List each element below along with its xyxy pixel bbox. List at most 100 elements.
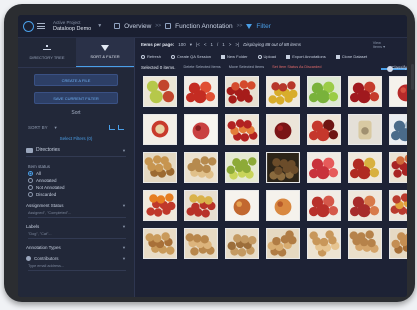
image-thumbnail[interactable] [143,228,177,259]
fruit-image [349,153,381,182]
image-thumbnail[interactable] [348,228,382,259]
last-page-icon[interactable]: >| [235,42,239,47]
image-thumbnail[interactable] [184,76,218,107]
tab-directory-tree[interactable]: DIRECTORY TREE [18,38,76,67]
tab-sort-filter[interactable]: SORT & FILTER [76,38,134,67]
image-thumbnail[interactable] [266,228,300,259]
tab-directory-tree-label: DIRECTORY TREE [29,55,65,60]
image-thumbnail[interactable] [143,190,177,221]
fruit-image [267,77,299,106]
prev-page-icon[interactable]: < [204,42,207,47]
image-thumbnail[interactable] [225,190,259,221]
contributors-input[interactable]: Type email address... [28,264,126,271]
first-page-icon[interactable]: |< [196,42,200,47]
image-thumbnail[interactable] [389,76,407,107]
fruit-image [226,153,258,182]
delete-selected-button[interactable]: Delete Selected Items [184,65,221,69]
directories-section[interactable]: Directories ▼ [26,147,126,157]
image-thumbnail[interactable] [184,190,218,221]
status-option-not-annotated[interactable]: Not Annotated [28,185,134,190]
clone-dataset-button[interactable]: Clone Dataset [335,54,367,59]
image-thumbnail[interactable] [184,114,218,145]
image-thumbnail[interactable] [307,114,341,145]
image-thumbnail[interactable] [348,190,382,221]
app-logo-icon[interactable] [23,20,34,32]
labels-dropdown[interactable]: Labels ▼ [26,224,126,229]
image-thumbnail[interactable] [389,228,407,259]
upload-button[interactable]: Upload [257,54,276,59]
image-thumbnail[interactable] [266,190,300,221]
next-page-icon[interactable]: > [229,42,232,47]
create-qa-button[interactable]: Create QA Session [171,54,211,59]
view-mode-select[interactable]: View Items ▾ [373,41,385,49]
create-filter-button[interactable]: CREATE A FILE [34,74,118,86]
image-thumbnail[interactable] [225,228,259,259]
image-thumbnail[interactable] [389,152,407,183]
image-thumbnail[interactable] [389,190,407,221]
chevron-down-icon[interactable]: ▼ [122,245,126,250]
chevron-down-icon[interactable]: ▼ [122,148,126,153]
image-thumbnail[interactable] [266,152,300,183]
move-selected-button[interactable]: Move Selected Items [229,65,264,69]
refresh-button[interactable]: Refresh [141,54,161,59]
sort-ascending-icon[interactable] [109,125,115,130]
new-folder-button[interactable]: New Folder [221,54,248,59]
tab-sort-filter-label: SORT & FILTER [90,54,120,59]
sort-by-row: SORT BY ▼ [28,125,124,130]
chevron-down-icon[interactable]: ▼ [122,203,126,208]
image-thumbnail[interactable] [389,114,407,145]
annotation-types-dropdown[interactable]: Annotation Types ▼ [26,245,126,250]
radio-icon[interactable] [28,192,33,197]
image-thumbnail[interactable] [225,114,259,145]
fruit-image [144,191,176,220]
image-thumbnail[interactable] [307,152,341,183]
project-caret-icon[interactable]: ▼ [97,23,102,29]
export-button[interactable]: Export Annotations [286,54,326,59]
chevron-down-icon[interactable]: ▼ [54,125,58,130]
image-thumbnail[interactable] [348,76,382,107]
image-thumbnail[interactable] [225,152,259,183]
labels-values[interactable]: "Dog", "Cat"... [28,232,126,239]
crumb-function-annotation[interactable]: Function Annotation [175,23,232,30]
radio-icon[interactable] [28,178,33,183]
image-thumbnail[interactable] [143,152,177,183]
chevron-down-icon[interactable]: ▼ [122,256,126,261]
status-option-all[interactable]: All [28,171,134,176]
crumb-overview[interactable]: Overview [124,23,151,30]
select-filters-link[interactable]: Select Filters (0) [18,136,134,141]
menu-icon[interactable] [37,23,45,29]
assignment-status-values[interactable]: Assigned", "Completed"... [28,211,126,218]
project-selector[interactable]: Active Project Dataloop Demo [53,19,91,33]
classify-button[interactable]: Classify [391,65,407,70]
item-status-heading: Item status [28,164,51,169]
image-thumbnail[interactable] [143,76,177,107]
image-thumbnail[interactable] [307,190,341,221]
chevron-down-icon[interactable]: ▼ [122,224,126,229]
image-thumbnail[interactable] [307,76,341,107]
sort-descending-icon[interactable] [118,125,124,130]
sort-by-select[interactable]: SORT BY [28,125,48,130]
radio-icon[interactable] [28,185,33,190]
assignment-status-dropdown[interactable]: Assignment Status ▼ [26,203,126,208]
image-thumbnail[interactable] [348,152,382,183]
radio-selected-icon[interactable] [28,171,33,176]
status-option-annotated[interactable]: Annotated [28,178,134,183]
image-thumbnail[interactable] [225,76,259,107]
image-thumbnail[interactable] [266,114,300,145]
status-option-discarded[interactable]: Discarded [28,192,134,197]
image-thumbnail[interactable] [307,228,341,259]
image-thumbnail[interactable] [348,114,382,145]
fruit-image [144,229,176,258]
items-per-page-select[interactable]: 100 [178,42,186,47]
image-thumbnail[interactable] [184,228,218,259]
thumbnail-grid [143,76,407,259]
image-thumbnail[interactable] [184,152,218,183]
image-thumbnail[interactable] [266,76,300,107]
crumb-filter[interactable]: Filter [256,23,270,30]
save-filter-button[interactable]: SAVE CURRENT FILTER [34,92,118,104]
image-thumbnail[interactable] [143,114,177,145]
contributors-dropdown[interactable]: Contributors ▼ [26,256,126,261]
chevron-down-icon[interactable]: ▾ [190,42,192,48]
function-icon [165,23,172,29]
discard-selected-button[interactable]: Set Item Status As Discarded [272,65,321,69]
